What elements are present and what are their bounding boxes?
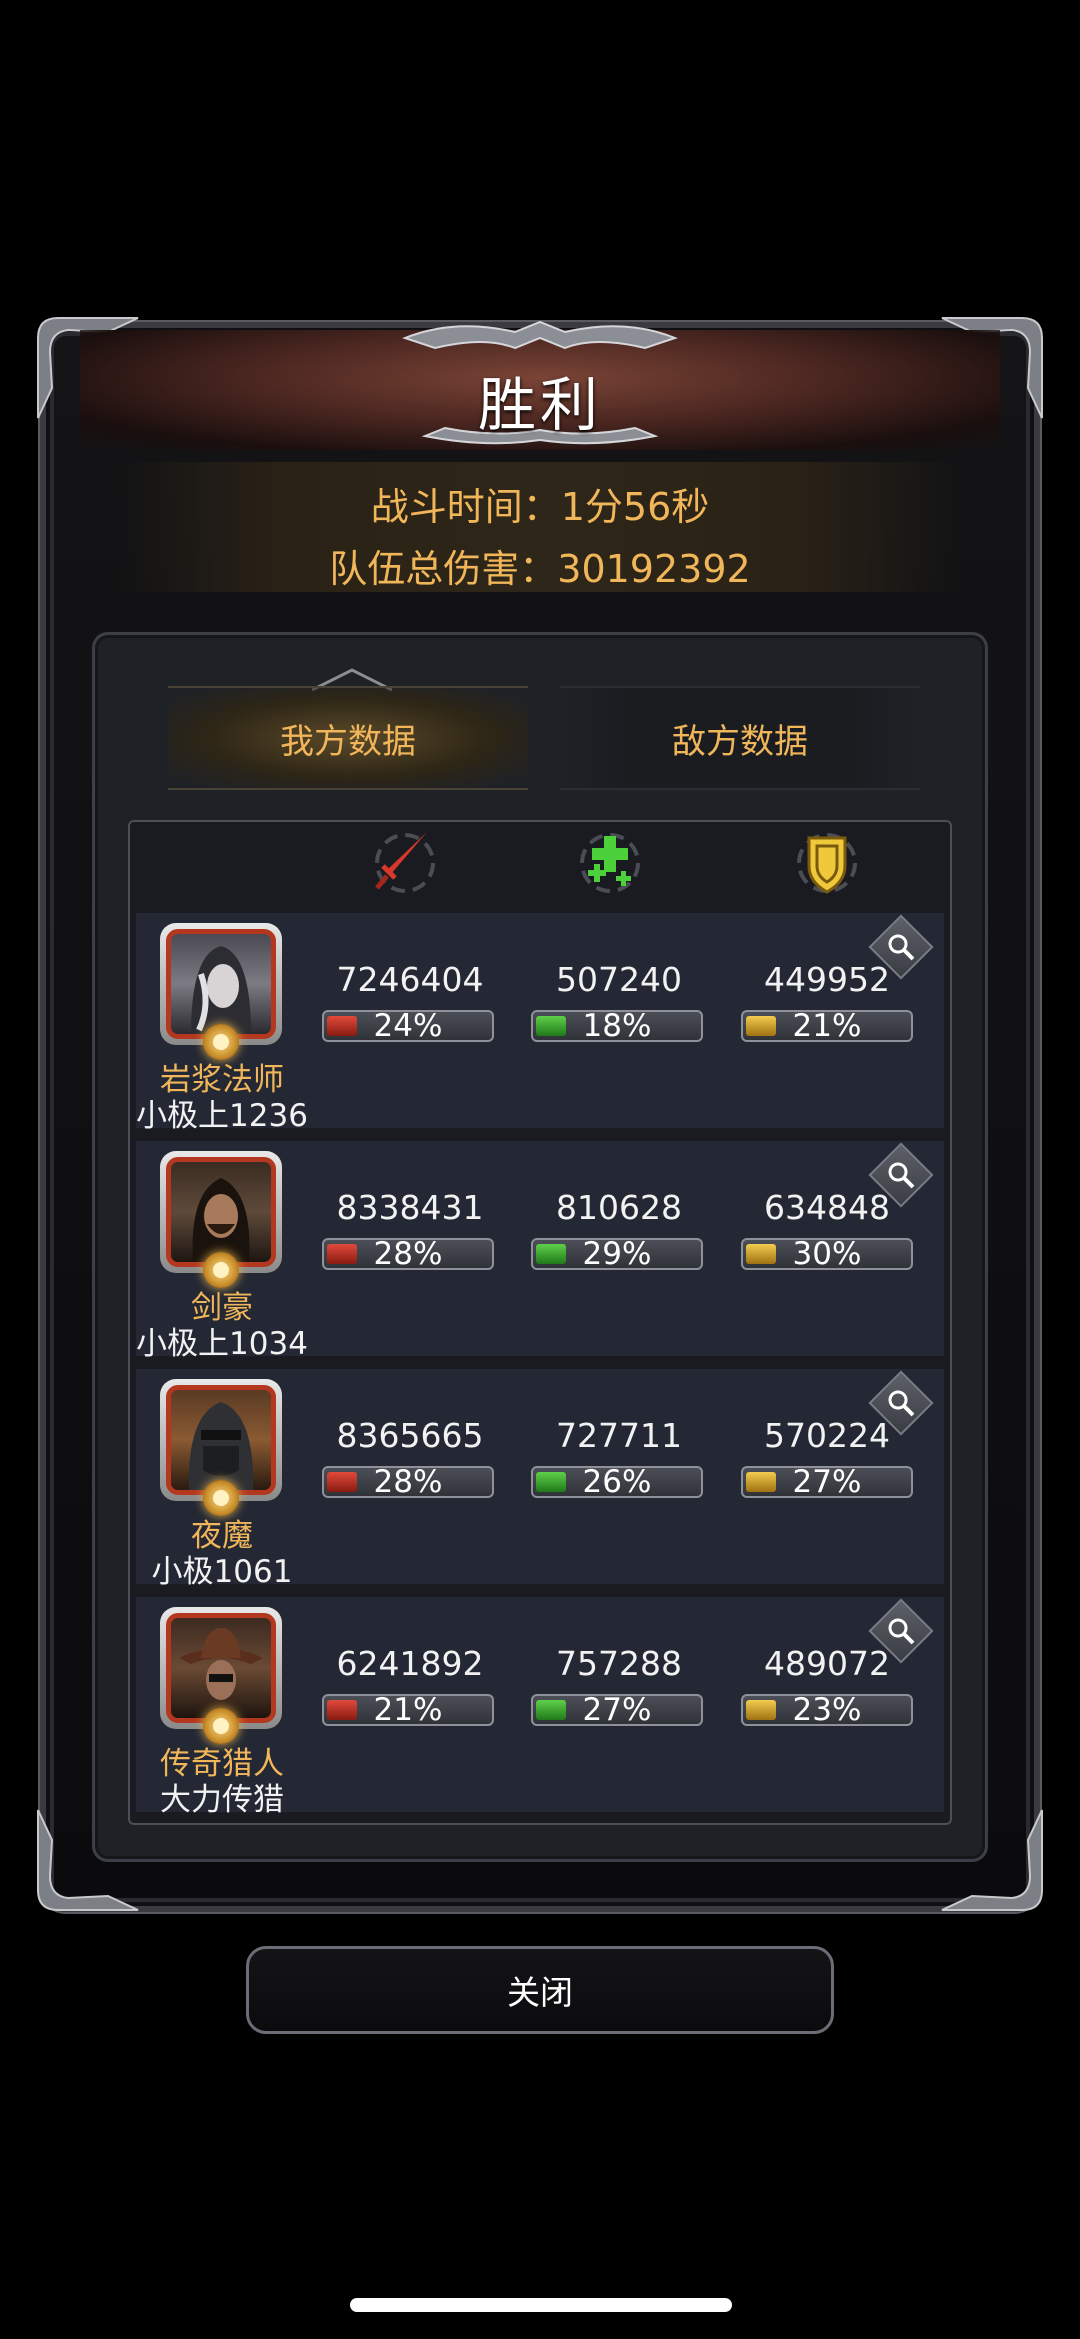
damage-pct: 28% (373, 1464, 443, 1500)
damage-pct: 24% (373, 1008, 443, 1044)
team-total-damage: 队伍总伤害：30192392 (329, 547, 751, 591)
tab-enemy-data[interactable]: 敌方数据 (560, 686, 920, 790)
heal-pct: 29% (582, 1236, 652, 1272)
close-button[interactable]: 关闭 (246, 1946, 834, 2034)
heal-value: 810628 (556, 1188, 682, 1227)
tank-pct-bar: 21% (741, 1008, 913, 1044)
heal-value: 507240 (556, 960, 682, 999)
damage-pct-bar: 28% (322, 1236, 494, 1272)
heal-pct-bar: 18% (531, 1008, 703, 1044)
tank-pct: 21% (792, 1008, 862, 1044)
heal-value: 757288 (556, 1644, 682, 1683)
damage-pct: 28% (373, 1236, 443, 1272)
heal-pct: 18% (582, 1008, 652, 1044)
damage-pct-bar: 24% (322, 1008, 494, 1044)
heal-pct-bar: 26% (531, 1464, 703, 1500)
damage-pct-bar: 28% (322, 1464, 494, 1500)
damage-pct-bar: 21% (322, 1692, 494, 1728)
shield-icon (797, 833, 857, 894)
tank-pct-bar: 30% (741, 1236, 913, 1272)
player-name: 大力传猎 (160, 1782, 284, 1818)
battle-time: 战斗时间：1分56秒 (370, 485, 710, 529)
player-name: 小极上1236 (136, 1098, 308, 1134)
tank-pct: 23% (792, 1692, 862, 1728)
damage-value: 8338431 (336, 1188, 484, 1227)
damage-value: 8365665 (336, 1416, 484, 1455)
heal-pct: 26% (582, 1464, 652, 1500)
sword-icon (375, 832, 435, 893)
victory-title: 胜利 (477, 371, 602, 439)
heal-pct: 27% (582, 1692, 652, 1728)
heal-pct-bar: 29% (531, 1236, 703, 1272)
tab-our-data[interactable]: 我方数据 (168, 686, 528, 790)
player-name: 小极1061 (151, 1554, 293, 1590)
heal-cross-icon (580, 833, 640, 893)
player-name: 小极上1034 (136, 1326, 308, 1362)
tank-pct-bar: 23% (741, 1692, 913, 1728)
heal-value: 727711 (556, 1416, 682, 1455)
tank-pct: 27% (792, 1464, 862, 1500)
damage-pct: 21% (373, 1692, 443, 1728)
heal-pct-bar: 27% (531, 1692, 703, 1728)
tank-pct: 30% (792, 1236, 862, 1272)
damage-value: 7246404 (336, 960, 484, 999)
tank-pct-bar: 27% (741, 1464, 913, 1500)
home-indicator[interactable] (350, 2298, 732, 2312)
damage-value: 6241892 (336, 1644, 484, 1683)
